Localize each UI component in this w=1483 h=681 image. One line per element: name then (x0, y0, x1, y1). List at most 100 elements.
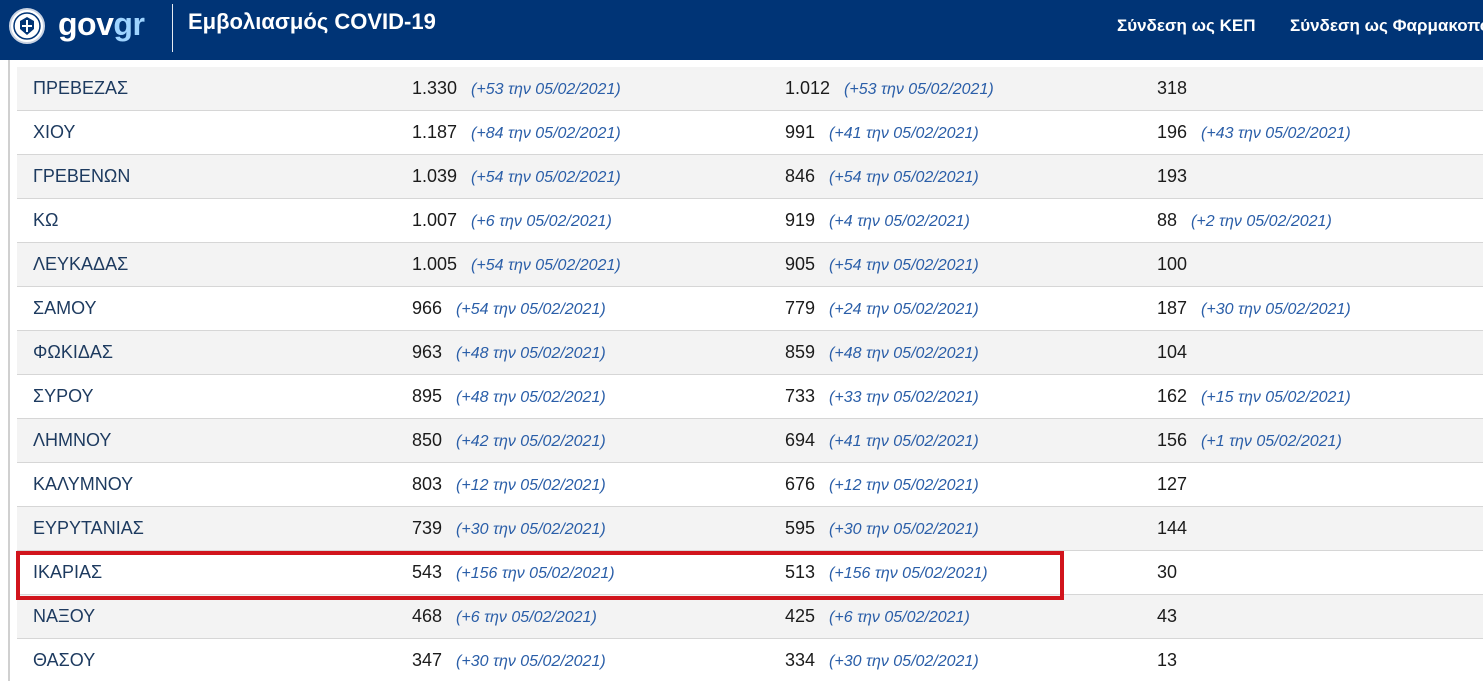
col2-value: 733 (785, 386, 816, 406)
col1-daily-change: (+53 την 05/02/2021) (471, 81, 621, 98)
table-row: ΚΩ 1.007 (+6 την 05/02/2021) 919 (+4 την 05/… (17, 199, 1483, 243)
col1-daily-change: (+30 την 05/02/2021) (456, 653, 606, 670)
col3-cell: 318 (1157, 67, 1187, 110)
col1-value: 803 (412, 474, 443, 494)
col3-cell: 162 (+15 την 05/02/2021) (1157, 375, 1351, 418)
region-name: ΣΑΜΟΥ (33, 298, 97, 318)
col2-daily-change: (+48 την 05/02/2021) (829, 345, 979, 362)
col2-daily-change: (+41 την 05/02/2021) (829, 433, 979, 450)
col3-daily-change: (+2 την 05/02/2021) (1191, 213, 1332, 230)
table-row: ΛΗΜΝΟΥ 850 (+42 την 05/02/2021) 694 (+41 την… (17, 419, 1483, 463)
col3-cell: 144 (1157, 507, 1187, 550)
region-name: ΠΡΕΒΕΖΑΣ (33, 78, 129, 98)
col2-value: 595 (785, 518, 816, 538)
col2-daily-change: (+41 την 05/02/2021) (829, 125, 979, 142)
col1-daily-change: (+48 την 05/02/2021) (456, 389, 606, 406)
col3-cell: 193 (1157, 155, 1187, 198)
region-name: ΧΙΟΥ (33, 122, 76, 142)
main-content: ΠΡΕΒΕΖΑΣ 1.330 (+53 την 05/02/2021) 1.012 (+… (0, 60, 1483, 681)
col1-value: 468 (412, 606, 443, 626)
col2-daily-change: (+4 την 05/02/2021) (829, 213, 970, 230)
col1-value: 739 (412, 518, 443, 538)
region-name: ΙΚΑΡΙΑΣ (33, 562, 103, 582)
col2-value: 1.012 (785, 78, 831, 98)
col3-cell: 88 (+2 την 05/02/2021) (1157, 199, 1332, 242)
col1-value: 1.187 (412, 122, 458, 142)
content-left-border (8, 60, 10, 681)
col2-cell: 991 (+41 την 05/02/2021) (785, 111, 979, 154)
col2-cell: 905 (+54 την 05/02/2021) (785, 243, 979, 286)
col1-value: 1.005 (412, 254, 458, 274)
col3-cell: 156 (+1 την 05/02/2021) (1157, 419, 1342, 462)
col2-daily-change: (+6 την 05/02/2021) (829, 609, 970, 626)
region-name: ΦΩΚΙΔΑΣ (33, 342, 113, 362)
col2-value: 513 (785, 562, 816, 582)
table-row: ΘΑΣΟΥ 347 (+30 την 05/02/2021) 334 (+30 την … (17, 639, 1483, 681)
col3-value: 13 (1157, 650, 1178, 670)
col2-cell: 595 (+30 την 05/02/2021) (785, 507, 979, 550)
col3-value: 318 (1157, 78, 1188, 98)
region-name: ΛΗΜΝΟΥ (33, 430, 112, 450)
col1-value: 1.007 (412, 210, 458, 230)
region-name: ΣΥΡΟΥ (33, 386, 94, 406)
col3-cell: 196 (+43 την 05/02/2021) (1157, 111, 1351, 154)
col1-cell: 895 (+48 την 05/02/2021) (412, 375, 606, 418)
col3-daily-change: (+43 την 05/02/2021) (1201, 125, 1351, 142)
region-name: ΝΑΞΟΥ (33, 606, 96, 626)
login-pharmacy-link[interactable]: Σύνδεση ως Φαρμακοποιός (1290, 16, 1483, 36)
col2-value: 905 (785, 254, 816, 274)
col3-value: 187 (1157, 298, 1188, 318)
col1-cell: 963 (+48 την 05/02/2021) (412, 331, 606, 374)
col1-value: 543 (412, 562, 443, 582)
col1-daily-change: (+6 την 05/02/2021) (471, 213, 612, 230)
col1-daily-change: (+42 την 05/02/2021) (456, 433, 606, 450)
table-row: ΠΡΕΒΕΖΑΣ 1.330 (+53 την 05/02/2021) 1.012 (+… (17, 67, 1483, 111)
col1-value: 963 (412, 342, 443, 362)
col2-daily-change: (+33 την 05/02/2021) (829, 389, 979, 406)
region-name: ΓΡΕΒΕΝΩΝ (33, 166, 131, 186)
col3-cell: 127 (1157, 463, 1187, 506)
col1-daily-change: (+84 την 05/02/2021) (471, 125, 621, 142)
col3-value: 156 (1157, 430, 1188, 450)
col2-value: 694 (785, 430, 816, 450)
col1-cell: 1.039 (+54 την 05/02/2021) (412, 155, 621, 198)
col1-daily-change: (+54 την 05/02/2021) (471, 169, 621, 186)
site-header: govgr Εμβολιασμός COVID-19 Σύνδεση ως ΚΕ… (0, 0, 1483, 60)
col1-cell: 803 (+12 την 05/02/2021) (412, 463, 606, 506)
region-name: ΚΩ (33, 210, 59, 230)
table-row: ΦΩΚΙΔΑΣ 963 (+48 την 05/02/2021) 859 (+48 τη… (17, 331, 1483, 375)
login-kep-link[interactable]: Σύνδεση ως ΚΕΠ (1117, 16, 1255, 36)
col2-daily-change: (+156 την 05/02/2021) (829, 565, 988, 582)
govgr-logo[interactable]: govgr (58, 4, 145, 44)
logo-main-text: gov (58, 6, 114, 42)
col2-value: 846 (785, 166, 816, 186)
col2-daily-change: (+54 την 05/02/2021) (829, 169, 979, 186)
col3-cell: 30 (1157, 551, 1177, 594)
col2-cell: 733 (+33 την 05/02/2021) (785, 375, 979, 418)
col1-cell: 1.330 (+53 την 05/02/2021) (412, 67, 621, 110)
col3-value: 104 (1157, 342, 1188, 362)
col3-value: 127 (1157, 474, 1188, 494)
col1-cell: 468 (+6 την 05/02/2021) (412, 595, 597, 638)
table-row: ΣΑΜΟΥ 966 (+54 την 05/02/2021) 779 (+24 την … (17, 287, 1483, 331)
table-row: ΚΑΛΥΜΝΟΥ 803 (+12 την 05/02/2021) 676 (+12 τ… (17, 463, 1483, 507)
table-row: ΣΥΡΟΥ 895 (+48 την 05/02/2021) 733 (+33 την … (17, 375, 1483, 419)
col1-cell: 739 (+30 την 05/02/2021) (412, 507, 606, 550)
col2-value: 991 (785, 122, 816, 142)
col1-cell: 347 (+30 την 05/02/2021) (412, 639, 606, 681)
table-row: ΙΚΑΡΙΑΣ 543 (+156 την 05/02/2021) 513 (+156 … (17, 551, 1483, 595)
vaccination-table: ΠΡΕΒΕΖΑΣ 1.330 (+53 την 05/02/2021) 1.012 (+… (17, 67, 1483, 681)
greek-state-emblem-icon[interactable] (9, 8, 45, 44)
col2-value: 859 (785, 342, 816, 362)
col2-value: 334 (785, 650, 816, 670)
col2-cell: 859 (+48 την 05/02/2021) (785, 331, 979, 374)
col2-cell: 513 (+156 την 05/02/2021) (785, 551, 988, 594)
col1-value: 1.039 (412, 166, 458, 186)
col3-value: 30 (1157, 562, 1178, 582)
col2-cell: 779 (+24 την 05/02/2021) (785, 287, 979, 330)
col2-value: 425 (785, 606, 816, 626)
col3-cell: 104 (1157, 331, 1187, 374)
col2-cell: 846 (+54 την 05/02/2021) (785, 155, 979, 198)
col1-value: 850 (412, 430, 443, 450)
col2-value: 676 (785, 474, 816, 494)
